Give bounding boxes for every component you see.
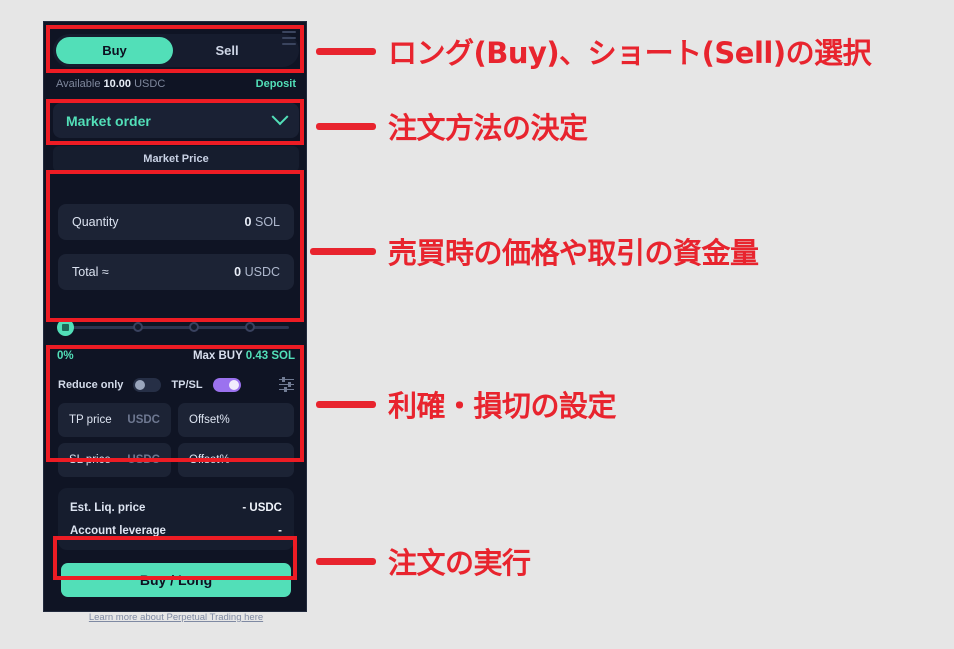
tp-price-unit: USDC <box>127 414 160 426</box>
annotation-dash <box>310 248 376 255</box>
max-buy-label: Max BUY <box>192 350 243 362</box>
annotation-amount-section: 売買時の価格や取引の資金量 <box>388 236 759 270</box>
sell-tab[interactable]: Sell <box>173 37 299 64</box>
slider-thumb[interactable] <box>57 319 74 336</box>
max-buy-value: 0.43 SOL <box>245 350 295 362</box>
max-buy-readout: Max BUY 0.43 SOL <box>193 350 295 362</box>
quantity-value-group: 0 SOL <box>245 215 280 229</box>
buy-tab[interactable]: Buy <box>56 37 173 64</box>
sliders-settings-icon[interactable] <box>279 377 294 392</box>
tpsl-label: TP/SL <box>171 379 203 391</box>
chevron-down-icon <box>271 107 289 125</box>
sl-price-unit: USDC <box>127 454 160 466</box>
available-prefix: Available <box>56 78 101 90</box>
learn-more-link[interactable]: Learn more about Perpetual Trading here <box>44 612 308 623</box>
tp-offset-input[interactable]: Offset% <box>178 403 294 437</box>
tp-price-input[interactable]: TP price USDC <box>58 403 171 437</box>
sl-offset-input[interactable]: Offset% <box>178 443 294 477</box>
annotation-submit-button: 注文の実行 <box>388 546 531 580</box>
available-currency: USDC <box>134 78 166 90</box>
buy-long-submit-button[interactable]: Buy / Long <box>61 563 291 597</box>
sl-offset-placeholder: Offset% <box>189 454 230 466</box>
account-leverage-label: Account leverage <box>70 524 166 537</box>
slider-stop-50[interactable] <box>189 322 199 332</box>
slider-percent-value: 0% <box>57 350 74 362</box>
side-selector[interactable]: Buy Sell <box>53 34 299 67</box>
trading-order-panel: Buy Sell Available 10.00 USDC Deposit Ma… <box>43 21 307 623</box>
total-label: Total ≈ <box>72 265 109 279</box>
annotation-order-type: 注文方法の決定 <box>388 111 588 145</box>
annotation-tpsl-section: 利確・損切の設定 <box>388 389 617 423</box>
annotation-dash <box>316 401 376 408</box>
reduce-only-toggle[interactable] <box>133 378 162 392</box>
info-row: Account leverage - <box>70 519 282 542</box>
est-liq-price-label: Est. Liq. price <box>70 501 146 514</box>
sl-price-input[interactable]: SL price USDC <box>58 443 171 477</box>
order-options-row: Reduce only TP/SL <box>58 374 294 396</box>
slider-stop-75[interactable] <box>245 322 255 332</box>
quantity-unit: SOL <box>254 215 280 229</box>
position-info-box: Est. Liq. price - USDC Account leverage … <box>58 488 294 550</box>
available-balance-text: Available 10.00 USDC <box>56 78 165 90</box>
slider-readout-row: 0% Max BUY 0.43 SOL <box>57 348 295 364</box>
total-value: 0 <box>234 265 242 279</box>
slider-track[interactable] <box>65 326 289 329</box>
deposit-link[interactable]: Deposit <box>256 78 296 90</box>
reduce-only-label: Reduce only <box>58 379 124 391</box>
slider-stop-25[interactable] <box>133 322 143 332</box>
order-type-value: Market order <box>66 112 151 129</box>
account-leverage-value: - <box>278 524 282 537</box>
total-input[interactable]: Total ≈ 0 USDC <box>58 254 294 290</box>
tpsl-toggle[interactable] <box>212 378 241 392</box>
quantity-label: Quantity <box>72 215 119 229</box>
available-amount: 10.00 <box>103 78 132 90</box>
quantity-input[interactable]: Quantity 0 SOL <box>58 204 294 240</box>
est-liq-price-value: - USDC <box>242 501 282 514</box>
amount-percent-slider[interactable] <box>57 318 295 336</box>
annotation-dash <box>316 48 376 55</box>
tp-price-label: TP price <box>69 414 112 426</box>
order-type-select[interactable]: Market order <box>53 103 299 138</box>
hamburger-icon[interactable] <box>282 31 296 45</box>
screenshot-root: Buy Sell Available 10.00 USDC Deposit Ma… <box>0 0 954 649</box>
info-row: Est. Liq. price - USDC <box>70 496 282 519</box>
annotation-side-selector: ロング(Buy)、ショート(Sell)の選択 <box>388 36 872 70</box>
annotation-dash <box>316 123 376 130</box>
total-unit: USDC <box>244 265 280 279</box>
quantity-value: 0 <box>244 215 252 229</box>
market-price-label: Market Price <box>53 146 299 172</box>
sl-price-label: SL price <box>69 454 111 466</box>
total-value-group: 0 USDC <box>234 265 280 279</box>
available-balance-row: Available 10.00 USDC Deposit <box>56 75 296 93</box>
tp-offset-placeholder: Offset% <box>189 414 230 426</box>
annotation-dash <box>316 558 376 565</box>
